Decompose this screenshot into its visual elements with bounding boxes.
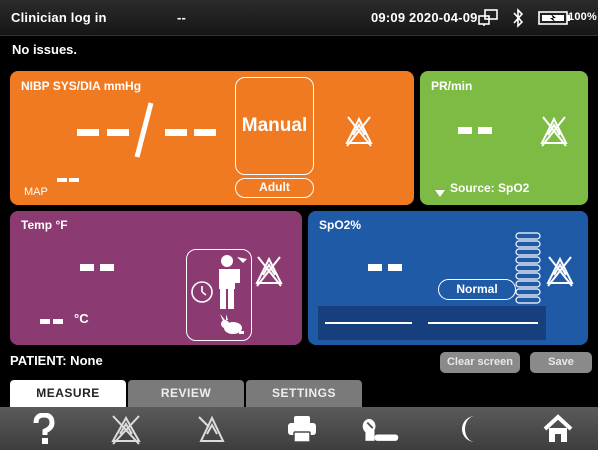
nibp-mode-button[interactable]: Manual	[235, 77, 314, 175]
date-time: 09:09 2020-04-09	[371, 10, 478, 25]
pulse-amplitude-bar	[515, 232, 541, 309]
alarm-audio-pause-icon[interactable]	[192, 410, 232, 448]
status-placeholder: --	[177, 10, 187, 25]
home-icon[interactable]	[538, 410, 578, 448]
sys-dash-1	[77, 129, 99, 136]
temp-dash-1	[80, 264, 94, 271]
waveform-line-2	[428, 322, 538, 324]
print-icon[interactable]	[282, 410, 322, 448]
temp-mode-button[interactable]	[186, 249, 252, 341]
network-icon	[478, 9, 500, 32]
person-thermometer-icon	[215, 253, 249, 316]
night-mode-icon[interactable]	[450, 410, 490, 448]
pr-tile[interactable]: PR/min Source: SpO2	[420, 71, 588, 205]
sys-dash-2	[107, 129, 129, 136]
patient-label[interactable]: PATIENT: None	[10, 353, 103, 368]
save-button[interactable]: Save	[530, 352, 592, 373]
alarm-off-icon[interactable]	[343, 113, 375, 147]
celsius-dash-2	[53, 319, 63, 324]
nibp-tile[interactable]: NIBP SYS/DIA mmHg MAP Manual Adult	[10, 71, 414, 205]
battery-level: 100%	[568, 11, 597, 23]
tab-review[interactable]: REVIEW	[128, 380, 244, 407]
alarms-off-icon[interactable]	[106, 410, 146, 448]
response-mode-button[interactable]: Normal	[438, 279, 516, 300]
pr-label: PR/min	[431, 79, 473, 93]
waveform-line-1	[325, 322, 412, 324]
status-message: No issues.	[12, 42, 78, 57]
celsius-dash-1	[40, 319, 50, 324]
pr-dash-2	[478, 127, 492, 134]
pleth-waveform	[318, 306, 546, 340]
bluetooth-icon	[512, 8, 524, 33]
spo2-dash-2	[388, 264, 402, 271]
slash-separator	[133, 101, 155, 164]
tab-measure[interactable]: MEASURE	[10, 380, 126, 407]
patient-type-button[interactable]: Adult	[235, 178, 314, 198]
alarm-off-icon[interactable]	[253, 253, 285, 287]
alarm-off-icon[interactable]	[544, 253, 576, 287]
alarm-off-icon[interactable]	[538, 113, 570, 147]
nibp-label: NIBP SYS/DIA mmHg	[21, 79, 142, 93]
rabbit-icon	[219, 314, 245, 341]
clear-screen-button[interactable]: Clear screen	[440, 352, 520, 373]
map-dash-1	[57, 178, 67, 182]
pr-dash-1	[458, 127, 472, 134]
nibp-mode-label: Manual	[241, 115, 308, 136]
tab-settings[interactable]: SETTINGS	[246, 380, 362, 407]
dia-dash-2	[194, 129, 216, 136]
dia-dash-1	[165, 129, 187, 136]
pr-source[interactable]: Source: SpO2	[450, 181, 529, 195]
temp-tile[interactable]: Temp °F °C	[10, 211, 302, 345]
map-dash-2	[69, 178, 79, 182]
map-label: MAP	[24, 186, 48, 198]
timer-icon	[190, 278, 214, 309]
status-bar: Clinician log in -- 09:09 2020-04-09 100…	[0, 0, 598, 36]
spo2-label: SpO2%	[319, 218, 362, 232]
patient-sleep-icon[interactable]	[360, 410, 400, 448]
battery-icon	[538, 11, 572, 30]
temp-dash-2	[100, 264, 114, 271]
spo2-tile[interactable]: SpO2% Normal	[308, 211, 588, 345]
help-icon[interactable]	[24, 410, 64, 448]
temp-label: Temp °F	[21, 218, 68, 232]
spo2-dash-1	[368, 264, 382, 271]
login-button[interactable]: Clinician log in	[11, 10, 107, 25]
triangle-down-icon	[435, 184, 445, 202]
celsius-unit: °C	[74, 311, 89, 326]
